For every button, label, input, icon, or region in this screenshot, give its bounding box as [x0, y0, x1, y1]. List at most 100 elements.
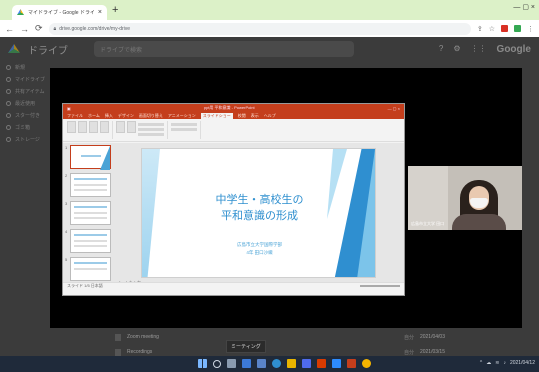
volume-icon[interactable]: ♪	[503, 360, 506, 366]
new-tab-button[interactable]: +	[112, 5, 118, 16]
thumb-bar	[74, 217, 107, 219]
tab-view[interactable]: 表示	[251, 113, 259, 119]
task-view-icon[interactable]	[227, 359, 236, 368]
slide-thumbnail[interactable]	[70, 145, 111, 170]
thumbnail-row[interactable]: 5	[65, 257, 115, 283]
ppt-ribbon-tabs: ファイル ホーム 挿入 デザイン 画面切り替え アニメーション スライドショー …	[63, 112, 404, 119]
sidebar-item-new[interactable]: 新規	[0, 61, 50, 73]
zoom-icon[interactable]	[332, 359, 341, 368]
windows-start-icon[interactable]	[198, 359, 207, 368]
thumbnail-row[interactable]: 1	[65, 145, 115, 171]
clock[interactable]: 2021/04/12	[510, 360, 535, 366]
current-slide[interactable]: 中学生・高校生の 平和意識の形成 広島市立大学国際学部 4年 田口沙織	[141, 148, 376, 278]
powerpoint-window[interactable]: ▣ ppt用 平和意識 - PowerPoint — ▢ × ファイル ホーム …	[62, 103, 405, 296]
ribbon-option	[138, 123, 164, 126]
apps-icon[interactable]: ⋮⋮	[471, 44, 487, 55]
slide-thumbnail[interactable]	[70, 229, 111, 253]
file-row[interactable]: Zoom meeting 自分 2021/04/03	[115, 331, 445, 343]
slide-title-line: 平和意識の形成	[221, 209, 298, 222]
extension-red-icon[interactable]	[501, 25, 508, 32]
chrome-icon[interactable]	[362, 359, 371, 368]
cloud-icon[interactable]: ☁	[486, 360, 491, 366]
save-icon[interactable]: ▣	[67, 106, 71, 111]
ppt-ribbon	[63, 119, 404, 142]
file-owner: 自分	[403, 334, 414, 341]
system-tray: ^ ☁ ≋ ♪ 2021/04/12	[480, 360, 535, 366]
thumbnail-row[interactable]: 4	[65, 229, 115, 255]
sidebar-item-starred[interactable]: スター付き	[0, 109, 50, 121]
teams-icon[interactable]	[257, 359, 266, 368]
browser-tab[interactable]: マイドライブ - Google ドライブ ×	[12, 5, 107, 20]
thumbnail-row[interactable]: 2	[65, 173, 115, 199]
settings-icon[interactable]: ⚙	[453, 44, 460, 55]
menu-icon[interactable]: ⋮	[527, 25, 534, 33]
slide-thumbnail[interactable]	[70, 173, 111, 197]
hide-slide-button[interactable]	[127, 121, 136, 133]
file-date: 2021/03/15	[419, 349, 445, 355]
thumb-bar	[74, 184, 107, 186]
slide-thumbnail[interactable]	[70, 201, 111, 225]
present-online-button[interactable]	[89, 121, 98, 133]
status-text: スライド 1/5 日本語	[67, 283, 103, 288]
thumb-bar	[74, 206, 107, 208]
sidebar-item-recent[interactable]: 最近使用	[0, 97, 50, 109]
edge-icon[interactable]	[272, 359, 281, 368]
drive-search-input[interactable]: ドライブで検索	[94, 41, 354, 57]
tab-title: マイドライブ - Google ドライブ	[28, 10, 94, 16]
slide-thumbnail[interactable]	[70, 257, 111, 281]
chevron-up-icon[interactable]: ^	[480, 360, 482, 366]
window-controls[interactable]: — ▢ ×	[513, 3, 535, 11]
office-icon[interactable]	[317, 359, 326, 368]
sidebar-item-storage[interactable]: ストレージ	[0, 133, 50, 145]
tab-review[interactable]: 校閲	[238, 113, 246, 119]
tab-home[interactable]: ホーム	[88, 113, 100, 119]
slide-number: 3	[65, 201, 68, 206]
tab-help[interactable]: ヘルプ	[264, 113, 276, 119]
thumb-bar	[74, 189, 107, 191]
drive-sidebar: 新規 マイドライブ 共有アイテム 最近使用 スター付き ゴミ箱 ストレージ	[0, 61, 50, 145]
help-icon[interactable]: ?	[439, 44, 443, 55]
slide-title-line: 中学生・高校生の	[215, 193, 304, 206]
forward-icon[interactable]: →	[20, 24, 29, 34]
file-explorer-icon[interactable]	[287, 359, 296, 368]
file-owner: 自分	[403, 349, 414, 356]
widgets-icon[interactable]	[242, 359, 251, 368]
sidebar-item-my-drive[interactable]: マイドライブ	[0, 73, 50, 85]
custom-show-button[interactable]	[100, 121, 109, 133]
tab-insert[interactable]: 挿入	[105, 113, 113, 119]
participant-video[interactable]: 広島市立大学 田口	[408, 166, 522, 230]
slide-number: 5	[65, 257, 68, 262]
powerpoint-icon[interactable]	[347, 359, 356, 368]
search-icon[interactable]	[213, 359, 221, 368]
thumbnail-row[interactable]: 3	[65, 201, 115, 227]
trash-icon	[6, 124, 11, 130]
ppt-status-bar: スライド 1/5 日本語	[63, 282, 404, 289]
star-icon[interactable]: ☆	[489, 25, 495, 33]
windows-taskbar: ^ ☁ ≋ ♪ 2021/04/12	[0, 356, 539, 372]
sidebar-item-shared[interactable]: 共有アイテム	[0, 85, 50, 97]
tab-design[interactable]: デザイン	[118, 113, 134, 119]
extension-green-icon[interactable]	[514, 25, 521, 32]
back-icon[interactable]: ←	[5, 24, 14, 34]
tab-animations[interactable]: アニメーション	[168, 113, 196, 119]
tab-file[interactable]: ファイル	[67, 113, 83, 119]
setup-show-button[interactable]	[116, 121, 125, 133]
address-bar[interactable]: 🔒︎ drive.google.com/drive/my-drive	[48, 22, 471, 35]
extension-icons: ⇪ ☆ ⋮	[477, 25, 534, 33]
thumb-bar	[74, 268, 107, 270]
from-beginning-button[interactable]	[67, 121, 76, 133]
tab-transitions[interactable]: 画面切り替え	[139, 113, 163, 119]
wifi-icon[interactable]: ≋	[495, 360, 499, 366]
from-current-button[interactable]	[78, 121, 87, 133]
taskbar-tooltip: ミーティング	[226, 340, 266, 353]
tab-close-icon[interactable]: ×	[98, 9, 102, 16]
zoom-slider[interactable]	[360, 285, 400, 287]
sidebar-item-trash[interactable]: ゴミ箱	[0, 121, 50, 133]
tab-slideshow[interactable]: スライドショー	[200, 112, 233, 119]
ppt-window-controls[interactable]: — ▢ ×	[388, 106, 400, 111]
file-date: 2021/04/03	[419, 334, 445, 340]
reload-icon[interactable]: ⟳	[35, 23, 43, 34]
store-icon[interactable]	[302, 359, 311, 368]
ribbon-group	[67, 121, 113, 139]
share-icon[interactable]: ⇪	[477, 25, 483, 33]
